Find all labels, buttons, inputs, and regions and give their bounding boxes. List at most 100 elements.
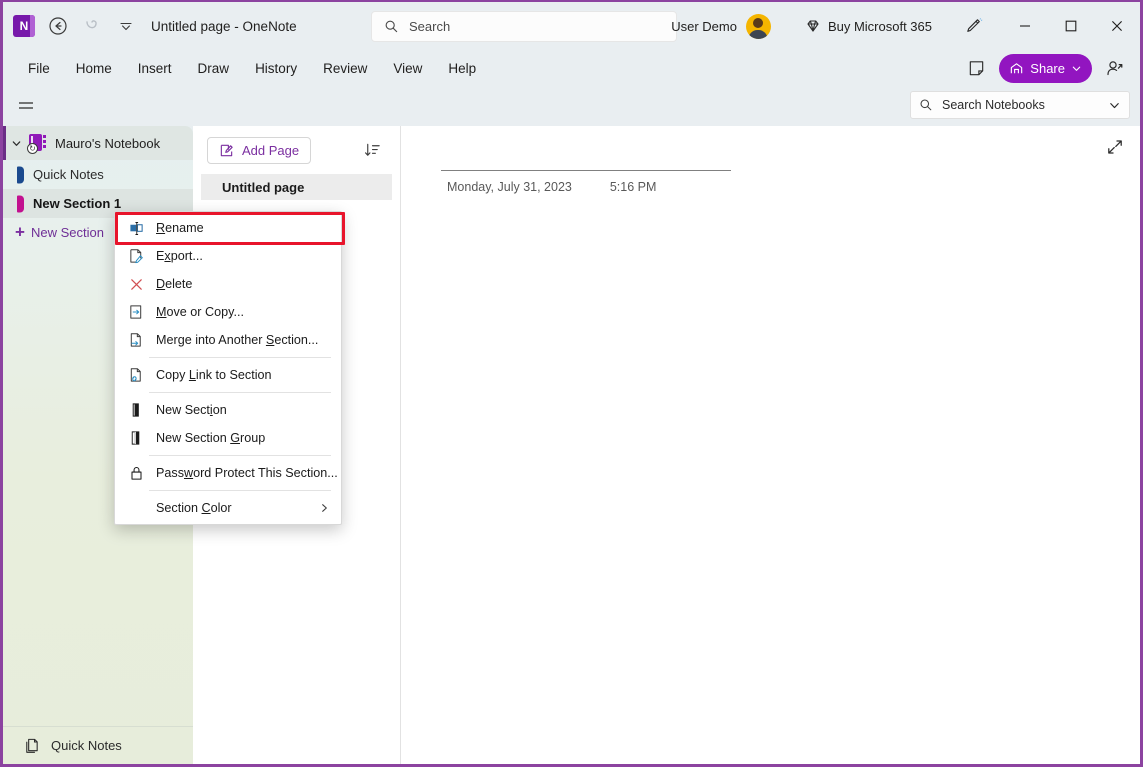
avatar[interactable] [745,13,771,39]
search-notebooks-placeholder: Search Notebooks [942,98,1045,112]
maximize-button[interactable] [1048,2,1094,50]
context-menu-item-section-color[interactable]: Section Color [115,494,341,522]
sidebar-section-quick-notes[interactable]: Quick Notes [3,160,193,189]
page-list-item-untitled[interactable]: Untitled page [201,174,392,200]
add-page-button[interactable]: Add Page [207,136,312,164]
section-label: New Section 1 [33,196,122,211]
context-menu-label: Copy Link to Section [156,368,272,382]
context-menu-label: New Section [156,403,227,417]
chevron-down-icon[interactable] [9,138,23,149]
page-copy-icon [26,738,38,753]
window-title: Untitled page - OneNote [151,18,297,34]
context-menu-item-new-section-group[interactable]: New Section Group [115,424,341,452]
tab-file[interactable]: File [17,56,61,81]
section-label: Quick Notes [33,167,104,182]
section-color-icon [125,499,147,517]
chevron-right-icon [319,503,330,514]
chevron-down-icon [1072,66,1081,71]
pen-icon[interactable] [956,9,990,43]
title-bar: N Untitled page - OneNote Search User De… [3,2,1140,50]
tab-draw[interactable]: Draw [187,56,241,81]
search-icon [920,99,932,111]
titlebar-right-group: User Demo Buy Microsoft 365 [671,2,1140,50]
section-context-menu: Rename Export... Delete Move or Copy... … [114,211,342,525]
merge-icon [125,331,147,349]
context-menu-separator [149,455,331,456]
move-copy-icon [125,303,147,321]
context-menu-separator [149,357,331,358]
tab-history[interactable]: History [244,56,308,81]
search-notebooks-input[interactable]: Search Notebooks [910,91,1130,119]
chevron-down-icon[interactable] [1108,99,1121,112]
share-label: Share [1030,60,1065,76]
logo-letter: N [19,19,29,33]
page-time[interactable]: 5:16 PM [610,180,657,194]
page-date[interactable]: Monday, July 31, 2023 [447,180,572,194]
tab-insert[interactable]: Insert [127,56,183,81]
buy-microsoft-365-button[interactable]: Buy Microsoft 365 [799,13,938,39]
context-menu-label: Export... [156,249,203,263]
add-person-icon[interactable] [1100,53,1130,83]
page-title-block: Monday, July 31, 2023 5:16 PM [441,156,771,194]
sort-icon[interactable] [359,137,386,164]
context-menu-label: Delete [156,277,193,291]
title-underline [441,170,731,171]
search-box[interactable]: Search [371,11,677,42]
customize-quick-access-icon[interactable] [109,9,143,43]
undo-icon[interactable] [75,9,109,43]
context-menu-item-delete[interactable]: Delete [115,270,341,298]
context-menu-label: Move or Copy... [156,305,244,319]
context-menu-label: Password Protect This Section... [156,466,338,480]
context-menu-item-rename[interactable]: Rename [115,214,341,242]
context-menu-item-export[interactable]: Export... [115,242,341,270]
tab-home[interactable]: Home [65,56,123,81]
hamburger-menu-icon[interactable] [11,91,41,121]
copy-link-icon [125,366,147,384]
tab-review[interactable]: Review [312,56,378,81]
minimize-button[interactable] [1002,2,1048,50]
back-arrow-icon[interactable] [41,9,75,43]
expand-diagonal-icon[interactable] [1102,134,1128,160]
context-menu-separator [149,392,331,393]
close-button[interactable] [1094,2,1140,50]
plus-icon: + [15,222,25,242]
notebook-name: Mauro's Notebook [55,135,161,151]
page-item-label: Untitled page [222,179,305,195]
quick-notes-footer-button[interactable]: Quick Notes [3,726,193,764]
context-menu-item-merge-into-another-section[interactable]: Merge into Another Section... [115,326,341,354]
onenote-logo-icon: N [13,15,35,37]
section-color-tab [17,166,24,183]
context-menu-label: New Section Group [156,431,266,445]
context-menu-item-new-section[interactable]: New Section [115,396,341,424]
context-menu-item-password-protect[interactable]: Password Protect This Section... [115,459,341,487]
quick-notes-footer-label: Quick Notes [51,738,122,753]
page-list-header: Add Page [193,126,400,174]
context-menu-label: Rename [156,221,204,235]
page-title-input[interactable] [441,156,771,170]
context-menu-item-move-or-copy[interactable]: Move or Copy... [115,298,341,326]
search-icon [385,20,398,33]
rename-icon [125,219,147,237]
ribbon-right-group: Share [961,50,1130,86]
tab-help[interactable]: Help [437,56,487,81]
notebook-header[interactable]: ↻ Mauro's Notebook [3,126,193,160]
context-menu-item-copy-link-to-section[interactable]: Copy Link to Section [115,361,341,389]
section-color-tab [17,195,24,212]
share-button[interactable]: Share [999,53,1092,83]
edit-page-icon [220,144,233,156]
diamond-icon [807,20,819,32]
context-menu-label: Merge into Another Section... [156,333,319,347]
buy-label: Buy Microsoft 365 [827,18,932,34]
context-menu-label: Section Color [156,501,232,515]
page-content-area[interactable]: Monday, July 31, 2023 5:16 PM [401,126,1140,764]
notebook-icon: ↻ [27,133,47,154]
search-placeholder: Search [409,19,451,34]
secondary-toolbar: Search Notebooks [3,86,1140,126]
lock-icon [125,464,147,482]
new-section-group-icon [125,429,147,447]
share-icon [1011,62,1023,73]
sync-icon: ↻ [27,143,38,154]
user-name[interactable]: User Demo [671,19,737,34]
sticky-note-icon[interactable] [961,53,991,83]
tab-view[interactable]: View [382,56,433,81]
